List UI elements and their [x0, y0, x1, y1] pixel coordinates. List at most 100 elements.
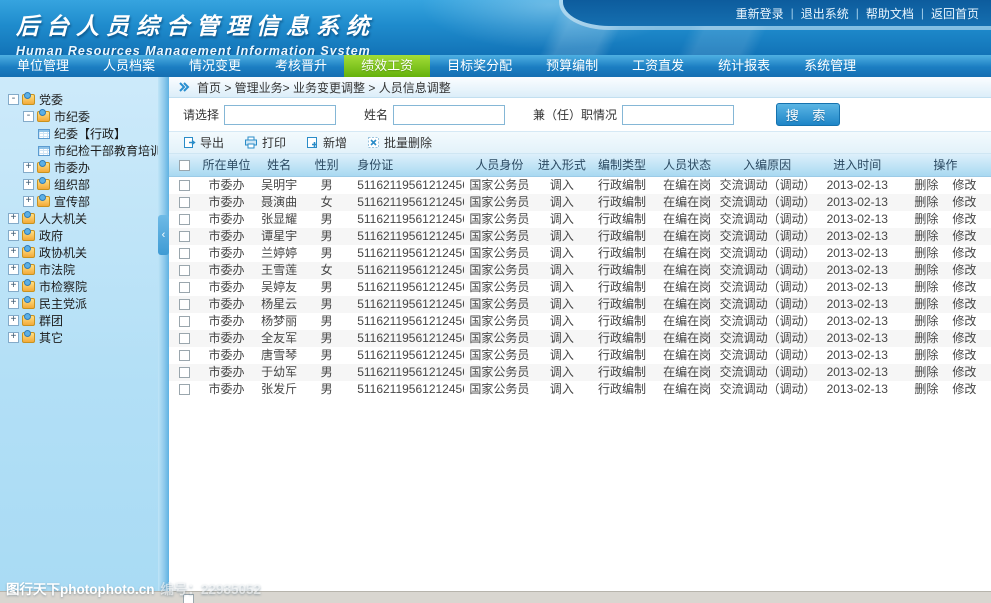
help-link[interactable]: 帮助文档 — [866, 5, 914, 22]
tree-item[interactable]: +市检察院 — [0, 278, 158, 295]
delete-link[interactable]: 删除 — [914, 382, 938, 396]
row-checkbox[interactable] — [179, 299, 190, 310]
edit-link[interactable]: 修改 — [952, 348, 976, 362]
edit-link[interactable]: 修改 — [952, 246, 976, 260]
relogin-link[interactable]: 重新登录 — [736, 5, 784, 22]
edit-link[interactable]: 修改 — [952, 382, 976, 396]
print-button[interactable]: 打印 — [244, 134, 286, 151]
tree-item[interactable]: +其它 — [0, 329, 158, 346]
menu-item-2[interactable]: 情况变更 — [172, 55, 258, 77]
logout-link[interactable]: 退出系统 — [801, 5, 849, 22]
delete-link[interactable]: 删除 — [914, 229, 938, 243]
delete-link[interactable]: 删除 — [914, 331, 938, 345]
name-input[interactable] — [393, 105, 505, 125]
row-checkbox[interactable] — [179, 367, 190, 378]
tree-item[interactable]: +市委办 — [0, 159, 158, 176]
tree-item[interactable]: +政府 — [0, 227, 158, 244]
delete-link[interactable]: 删除 — [914, 280, 938, 294]
delete-link[interactable]: 删除 — [914, 348, 938, 362]
delete-link[interactable]: 删除 — [914, 263, 938, 277]
minus-box-icon[interactable]: - — [23, 111, 34, 122]
edit-link[interactable]: 修改 — [952, 280, 976, 294]
plus-box-icon[interactable]: + — [8, 281, 19, 292]
breadcrumb-text[interactable]: 首页 > 管理业务> 业务变更调整 > 人员信息调整 — [197, 79, 451, 96]
menu-item-7[interactable]: 工资直发 — [615, 55, 701, 77]
edit-link[interactable]: 修改 — [952, 263, 976, 277]
edit-link[interactable]: 修改 — [952, 195, 976, 209]
row-checkbox[interactable] — [179, 248, 190, 259]
plus-box-icon[interactable]: + — [8, 247, 19, 258]
delete-link[interactable]: 删除 — [914, 212, 938, 226]
menu-item-8[interactable]: 统计报表 — [701, 55, 787, 77]
parttime-input[interactable] — [622, 105, 734, 125]
tree-item[interactable]: 市纪检干部教育培训中心 — [0, 142, 158, 159]
menu-item-3[interactable]: 考核晋升 — [258, 55, 344, 77]
plus-box-icon[interactable]: + — [23, 196, 34, 207]
row-checkbox[interactable] — [179, 214, 190, 225]
tree-item[interactable]: +政协机关 — [0, 244, 158, 261]
tree-item-label: 民主党派 — [39, 295, 87, 312]
edit-link[interactable]: 修改 — [952, 297, 976, 311]
plus-box-icon[interactable]: + — [8, 213, 19, 224]
row-checkbox[interactable] — [179, 350, 190, 361]
tree-item[interactable]: +市法院 — [0, 261, 158, 278]
edit-link[interactable]: 修改 — [952, 365, 976, 379]
plus-box-icon[interactable]: + — [23, 162, 34, 173]
plus-box-icon[interactable]: + — [8, 315, 19, 326]
menu-item-5[interactable]: 目标奖分配 — [430, 55, 529, 77]
row-checkbox[interactable] — [179, 197, 190, 208]
delete-link[interactable]: 删除 — [914, 365, 938, 379]
cell-identity: 国家公务员 — [464, 364, 534, 381]
row-checkbox[interactable] — [179, 316, 190, 327]
cell-id-number: 511621195612124567 — [349, 279, 464, 296]
menu-item-6[interactable]: 预算编制 — [529, 55, 615, 77]
select-input[interactable] — [224, 105, 336, 125]
select-all-checkbox[interactable] — [179, 160, 190, 171]
delete-link[interactable]: 删除 — [914, 246, 938, 260]
plus-box-icon[interactable]: + — [8, 298, 19, 309]
cell-org-type: 行政编制 — [589, 245, 654, 262]
plus-box-icon[interactable]: + — [8, 230, 19, 241]
plus-box-icon[interactable]: + — [23, 179, 34, 190]
row-checkbox[interactable] — [179, 231, 190, 242]
minus-box-icon[interactable]: - — [8, 94, 19, 105]
tree-item[interactable]: 纪委【行政】 — [0, 125, 158, 142]
tree-item[interactable]: +群团 — [0, 312, 158, 329]
tree-item[interactable]: +宣传部 — [0, 193, 158, 210]
home-link[interactable]: 返回首页 — [931, 5, 979, 22]
menu-item-9[interactable]: 系统管理 — [787, 55, 873, 77]
edit-link[interactable]: 修改 — [952, 314, 976, 328]
edit-link[interactable]: 修改 — [952, 212, 976, 226]
cell-entry-date: 2013-02-13 — [815, 381, 900, 398]
edit-link[interactable]: 修改 — [952, 229, 976, 243]
tree-item[interactable]: +人大机关 — [0, 210, 158, 227]
menu-item-0[interactable]: 单位管理 — [0, 55, 86, 77]
batch-delete-button[interactable]: 批量删除 — [367, 134, 432, 151]
group-icon — [37, 162, 50, 173]
table-row: 市委办王雪莲女511621195612124567国家公务员调入行政编制在编在岗… — [169, 262, 991, 279]
tree-item[interactable]: + 民主党派 — [0, 295, 158, 312]
tree-item[interactable]: -市纪委 — [0, 108, 158, 125]
tree-item[interactable]: -党委 — [0, 91, 158, 108]
row-checkbox[interactable] — [179, 265, 190, 276]
plus-box-icon[interactable]: + — [8, 264, 19, 275]
row-checkbox[interactable] — [179, 282, 190, 293]
menu-item-1[interactable]: 人员档案 — [86, 55, 172, 77]
export-button[interactable]: 导出 — [183, 134, 224, 151]
edit-link[interactable]: 修改 — [952, 331, 976, 345]
add-button[interactable]: 新增 — [306, 134, 347, 151]
sidebar-collapse-handle[interactable]: ‹ — [158, 215, 169, 255]
plus-box-icon[interactable]: + — [8, 332, 19, 343]
tree-item[interactable]: +组织部 — [0, 176, 158, 193]
row-checkbox[interactable] — [179, 384, 190, 395]
delete-link[interactable]: 删除 — [914, 195, 938, 209]
search-button[interactable]: 搜 索 — [776, 103, 840, 126]
cell-gender: 男 — [304, 296, 349, 313]
menu-item-4-active[interactable]: 绩效工资 — [344, 55, 430, 77]
delete-link[interactable]: 删除 — [914, 178, 938, 192]
delete-link[interactable]: 删除 — [914, 314, 938, 328]
delete-link[interactable]: 删除 — [914, 297, 938, 311]
edit-link[interactable]: 修改 — [952, 178, 976, 192]
row-checkbox[interactable] — [179, 333, 190, 344]
row-checkbox[interactable] — [179, 180, 190, 191]
